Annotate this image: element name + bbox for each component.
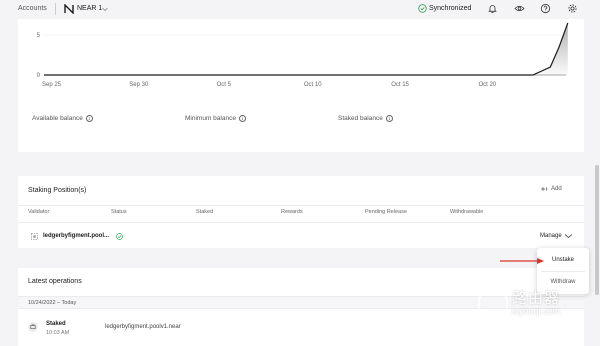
divider xyxy=(18,222,584,223)
accounts-breadcrumb[interactable]: Accounts xyxy=(18,5,47,12)
col-staked: Staked xyxy=(196,209,214,215)
scrollbar-thumb[interactable] xyxy=(595,165,599,295)
sync-status: Synchronized xyxy=(429,5,472,12)
minimum-balance-label: Minimum balance xyxy=(185,115,236,122)
watermark-text: 路由器 xyxy=(512,289,561,307)
operation-time: 10:03 AM xyxy=(46,330,70,336)
minimum-balance: Minimum balance i xyxy=(185,115,246,122)
info-icon[interactable]: i xyxy=(85,115,93,122)
series-area xyxy=(44,23,568,75)
date-range: 10/24/2022 – Today xyxy=(28,300,77,306)
x-tick-label: Oct 20 xyxy=(479,82,497,88)
x-tick-label: Oct 5 xyxy=(217,82,232,88)
y-tick-label: 0 xyxy=(37,73,41,79)
annotation-arrow-icon xyxy=(500,258,544,264)
near-logo-icon xyxy=(64,4,74,14)
chevron-down-icon[interactable] xyxy=(101,5,109,13)
operation-target[interactable]: ledgerbyfigment.poolv1.near xyxy=(105,324,181,330)
divider xyxy=(541,271,585,272)
account-selector[interactable]: NEAR 1 xyxy=(77,5,102,12)
eye-icon[interactable] xyxy=(514,3,525,14)
info-icon[interactable]: i xyxy=(385,115,393,122)
breadcrumb-divider xyxy=(55,3,56,15)
menu-item-withdraw[interactable]: Withdraw xyxy=(537,279,589,285)
settings-gear-icon[interactable] xyxy=(567,3,578,14)
balance-chart: 0 5 Sep 25 Sep 30 Oct 5 Oct 10 Oct 15 Oct 20 xyxy=(37,22,569,88)
add-label: Add xyxy=(551,186,562,192)
staked-balance-label: Staked balance xyxy=(338,115,383,122)
divider xyxy=(18,205,584,206)
staked-operation-icon xyxy=(28,322,38,332)
info-icon[interactable]: i xyxy=(238,115,246,122)
add-position-button[interactable]: Add xyxy=(540,186,562,192)
watermark-logo-icon xyxy=(478,287,508,313)
available-balance: Available balance i xyxy=(32,115,93,122)
validator-name[interactable]: ledgerbyfigment.pool... xyxy=(43,233,109,239)
col-validator: Validator xyxy=(28,209,50,215)
add-stake-icon xyxy=(541,187,548,191)
watermark-subtext: luyouqi.com xyxy=(512,306,561,316)
staking-positions-card: Staking Position(s) Add Validator Status… xyxy=(18,176,584,248)
stake-icon xyxy=(30,324,36,330)
top-bar: Accounts NEAR 1 Synchronized xyxy=(0,0,600,19)
col-withdrawable: Withdrawable xyxy=(450,209,484,215)
x-tick-label: Sep 30 xyxy=(129,82,149,88)
status-check-icon xyxy=(116,233,123,240)
staking-title: Staking Position(s) xyxy=(28,187,87,194)
operation-type[interactable]: Staked xyxy=(46,321,66,327)
balance-chart-card: 0 5 Sep 25 Sep 30 Oct 5 Oct 10 Oct 15 Oct 20 Av… xyxy=(18,19,584,152)
bell-icon[interactable] xyxy=(487,3,498,14)
manage-label: Manage xyxy=(540,233,562,239)
x-tick-label: Oct 15 xyxy=(391,82,409,88)
chevron-down-icon xyxy=(564,234,572,239)
available-balance-label: Available balance xyxy=(32,115,83,122)
y-tick-label: 5 xyxy=(37,33,41,39)
validator-icon xyxy=(31,233,38,240)
col-rewards: Rewards xyxy=(281,209,303,215)
series-line xyxy=(44,22,569,76)
x-tick-label: Sep 25 xyxy=(42,82,62,88)
staked-balance: Staked balance i xyxy=(338,115,393,122)
operations-title: Latest operations xyxy=(28,278,82,285)
sync-check-icon xyxy=(418,4,427,13)
help-icon[interactable] xyxy=(540,3,551,14)
col-status: Status xyxy=(111,209,127,215)
col-pending-release: Pending Release xyxy=(365,209,407,215)
x-tick-label: Oct 10 xyxy=(304,82,322,88)
manage-button[interactable]: Manage xyxy=(540,233,573,239)
